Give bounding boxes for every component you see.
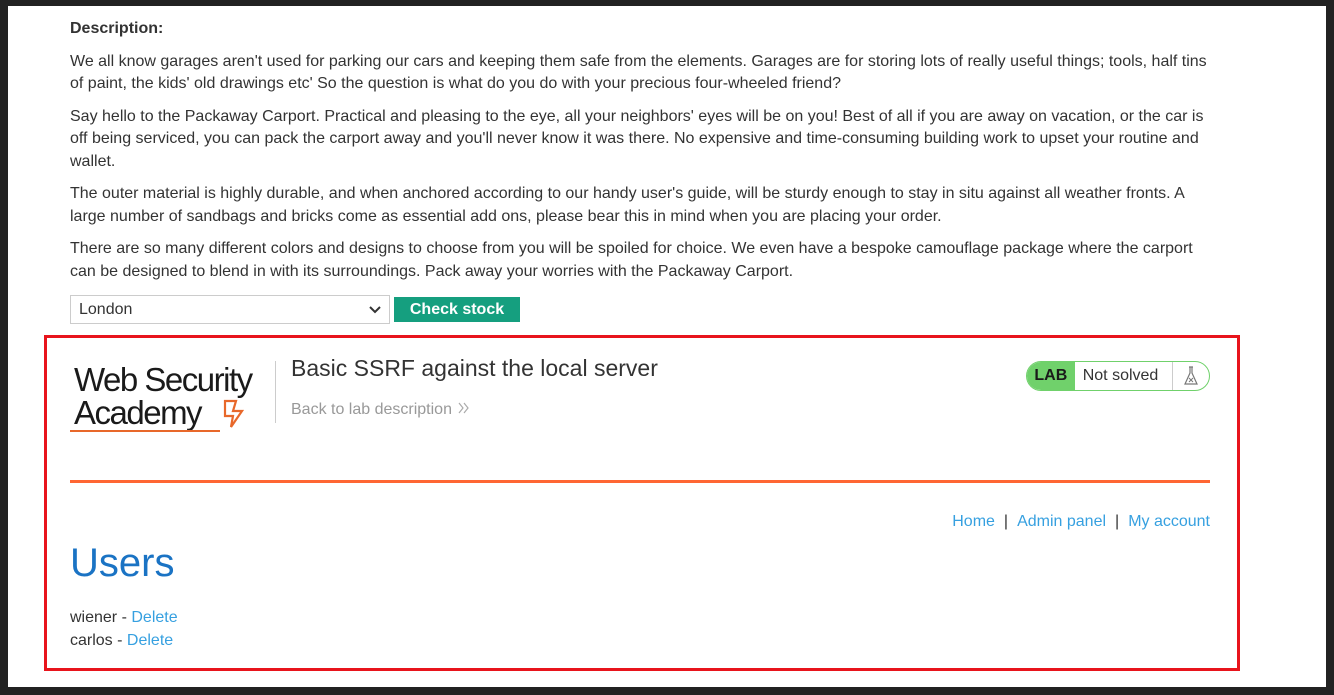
chevron-down-icon (369, 303, 381, 317)
lab-header: Web Security Academy Basic SSRF against … (70, 355, 1210, 485)
store-select-value: London (79, 300, 133, 318)
product-description: Description: We all know garages aren't … (70, 18, 1210, 293)
lightning-bolt-icon (223, 399, 245, 428)
check-stock-button[interactable]: Check stock (394, 297, 520, 322)
lab-status-text: Not solved (1082, 367, 1159, 384)
user-name: carlos (70, 632, 113, 649)
description-paragraph-4: There are so many different colors and d… (70, 240, 1193, 280)
user-dash: - (112, 632, 127, 649)
web-security-academy-logo[interactable]: Web Security Academy (70, 360, 275, 432)
delete-user-link[interactable]: Delete (131, 609, 177, 626)
back-link-label: Back to lab description (291, 401, 452, 418)
description-paragraph-1: We all know garages aren't used for park… (70, 52, 1207, 93)
user-row: wiener - Delete (70, 606, 178, 629)
user-dash: - (117, 609, 132, 626)
lab-badge: LAB (1027, 362, 1075, 390)
logo-text-line1: Web Security (74, 361, 253, 398)
users-heading: Users (70, 541, 175, 585)
description-label: Description: (70, 20, 164, 37)
top-navigation: Home | Admin panel | My account (952, 513, 1210, 531)
logo-divider (275, 361, 276, 423)
nav-my-account-link[interactable]: My account (1128, 513, 1210, 530)
lab-title: Basic SSRF against the local server (291, 355, 658, 381)
delete-user-link[interactable]: Delete (127, 632, 173, 649)
back-to-lab-description-link[interactable]: Back to lab description (291, 401, 470, 419)
nav-admin-panel-link[interactable]: Admin panel (1017, 513, 1106, 530)
logo-text-line2: Academy (74, 394, 203, 431)
user-name: wiener (70, 609, 118, 626)
lab-status-widget: LAB Not solved (1026, 361, 1210, 391)
description-paragraph-2: Say hello to the Packaway Carport. Pract… (70, 107, 1204, 170)
logo-underline (70, 430, 220, 432)
description-paragraph-3: The outer material is highly durable, an… (70, 185, 1184, 225)
stock-check-form: London Check stock (70, 295, 520, 324)
header-divider (70, 480, 1210, 483)
nav-home-link[interactable]: Home (952, 513, 995, 530)
double-chevron-right-icon (458, 401, 470, 418)
user-row: carlos - Delete (70, 629, 178, 652)
screenshot-frame-left (0, 0, 8, 695)
nav-separator: | (1115, 513, 1120, 530)
store-select[interactable]: London (70, 295, 390, 324)
screenshot-frame-top (0, 0, 1334, 6)
users-list: wiener - Delete carlos - Delete (70, 606, 178, 652)
screenshot-frame-right (1326, 0, 1334, 695)
flask-icon[interactable] (1172, 362, 1209, 390)
nav-separator: | (1003, 513, 1009, 530)
screenshot-frame-bottom (0, 687, 1334, 695)
